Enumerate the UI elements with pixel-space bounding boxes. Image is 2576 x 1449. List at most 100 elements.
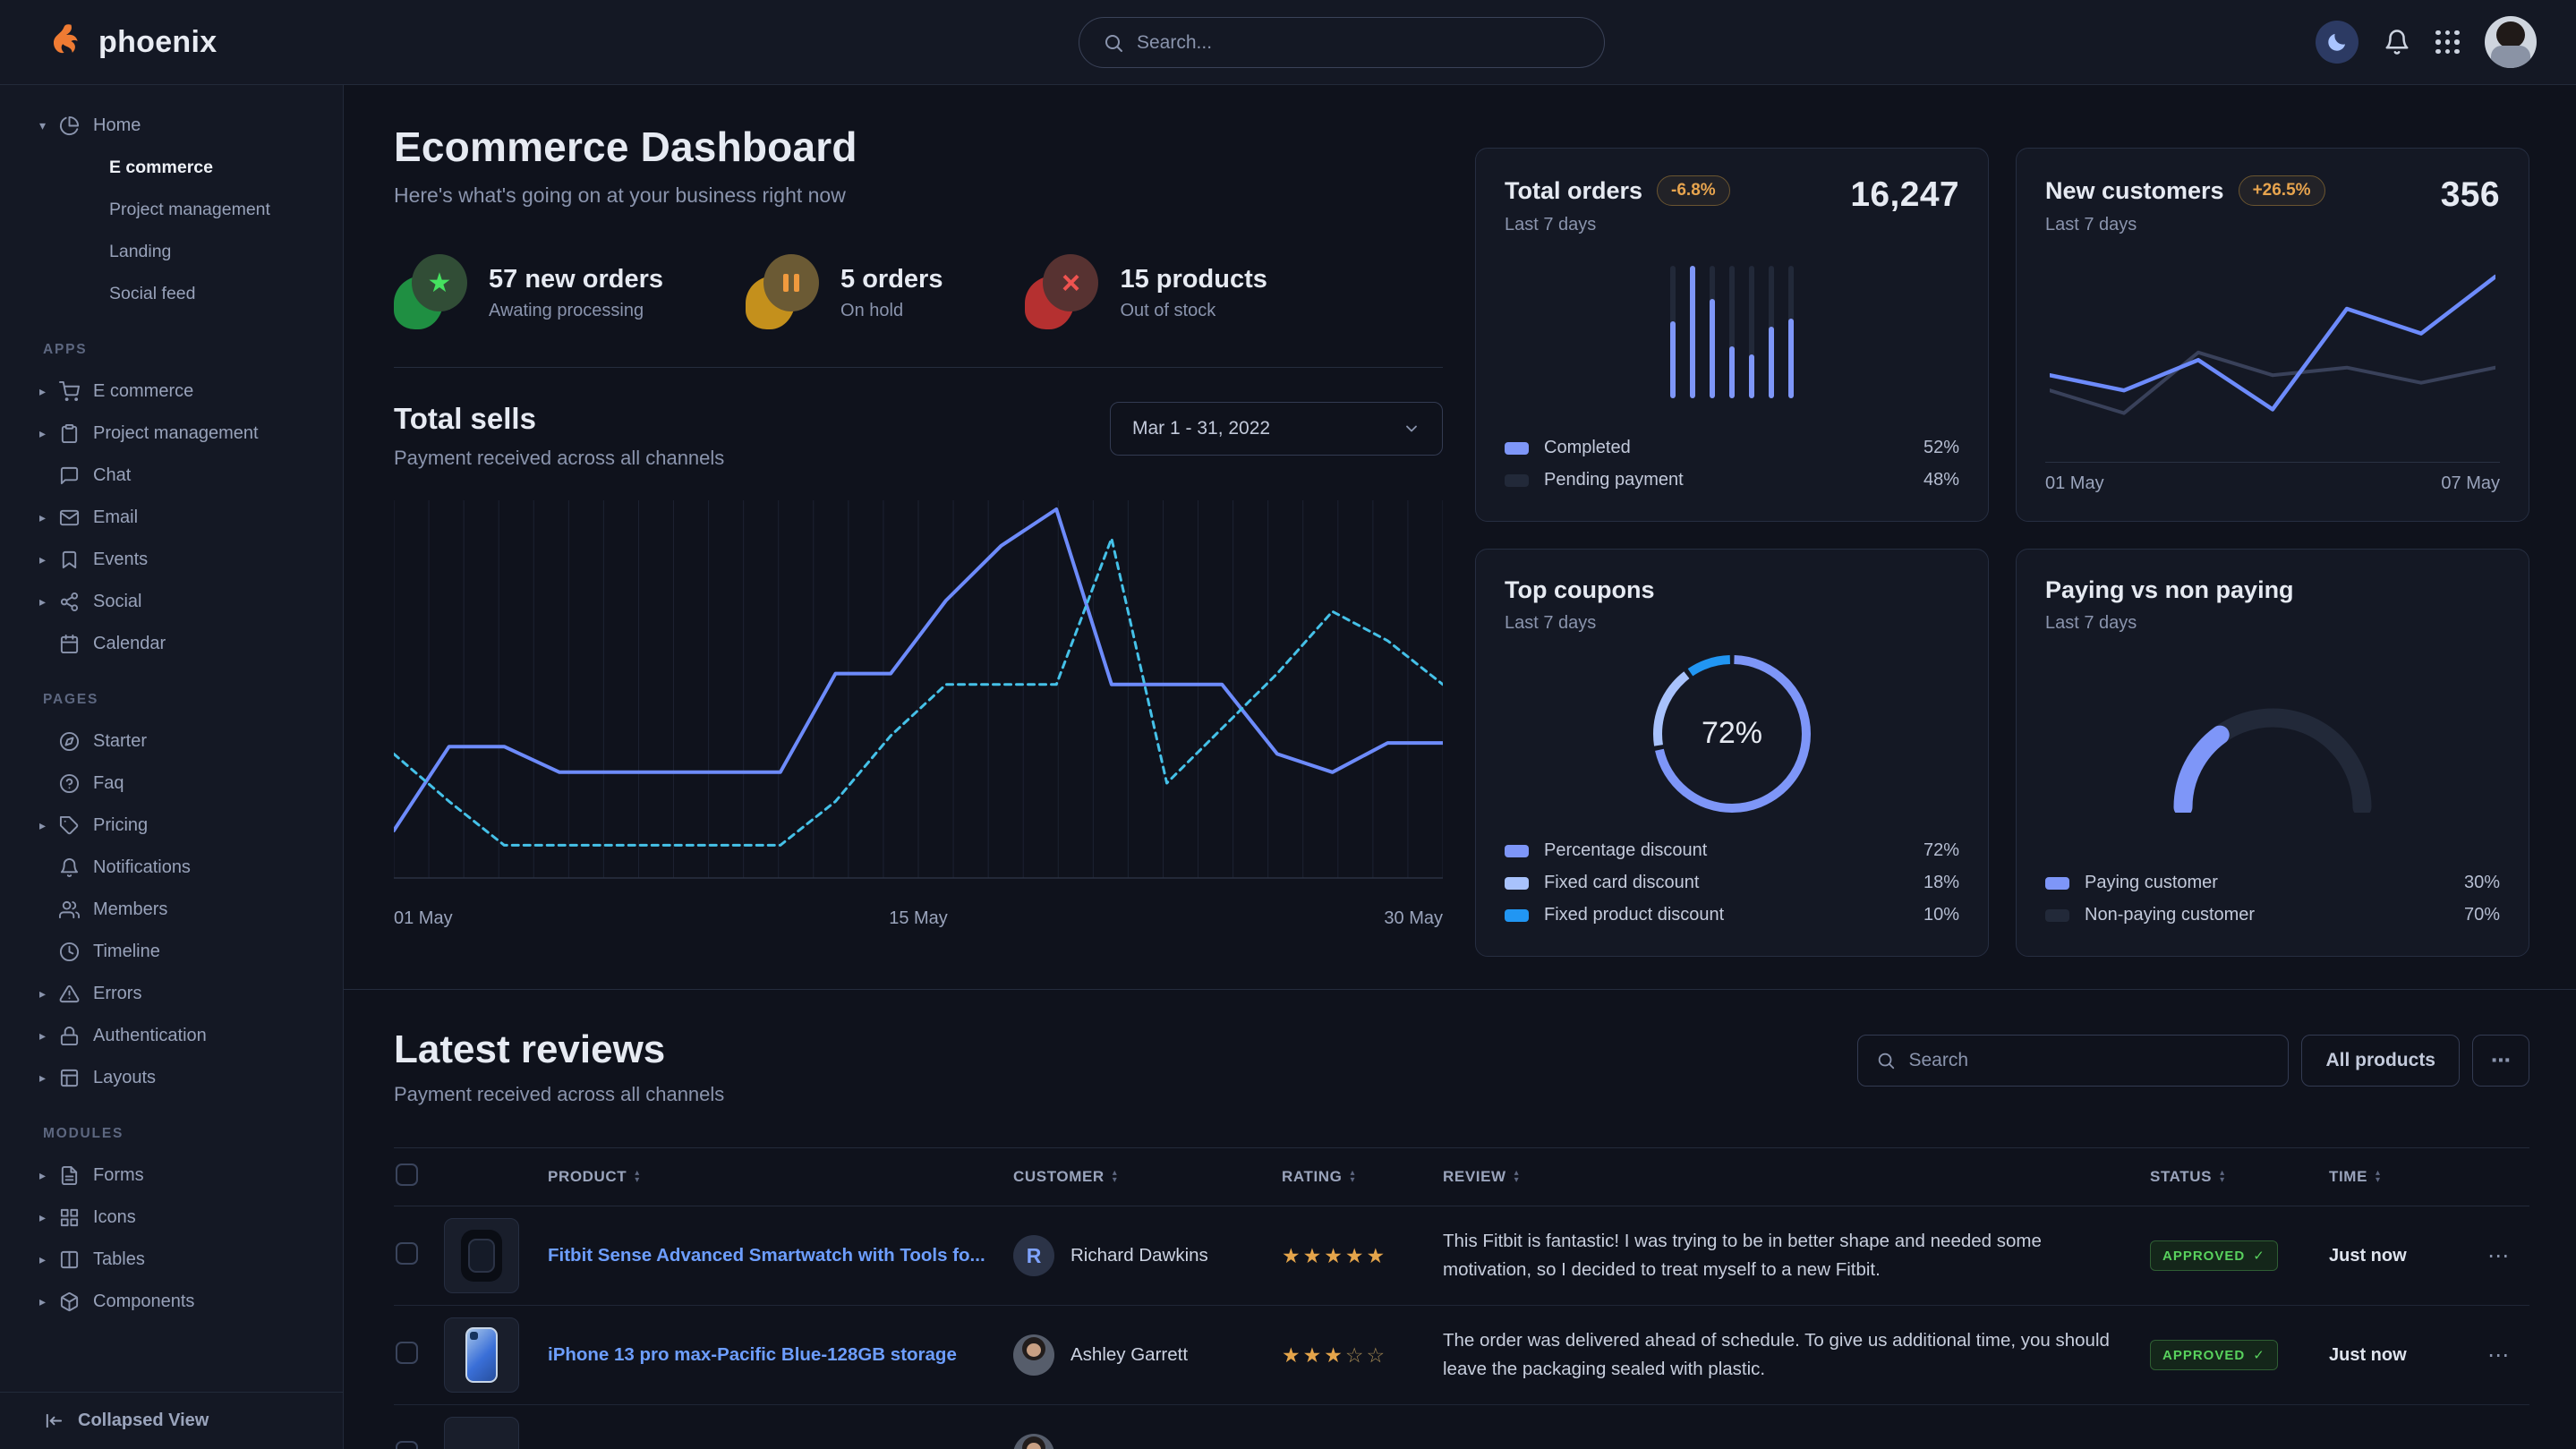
date-range-select[interactable]: Mar 1 - 31, 2022	[1110, 402, 1443, 456]
sidebar-item-authentication[interactable]: ▸ Authentication	[0, 1015, 343, 1057]
sidebar-subitem-project-management[interactable]: Project management	[0, 189, 343, 231]
sidebar-item-label: Pricing	[90, 815, 148, 836]
product-image[interactable]	[444, 1417, 519, 1449]
all-products-button[interactable]: All products	[2301, 1035, 2460, 1087]
row-menu-button[interactable]: ⋯	[2445, 1342, 2529, 1368]
sidebar-subitem-landing[interactable]: Landing	[0, 231, 343, 273]
collapse-sidebar-button[interactable]: Collapsed View	[0, 1392, 343, 1449]
main-content: Ecommerce Dashboard Here's what's going …	[344, 85, 2576, 1449]
package-icon	[59, 1291, 90, 1312]
sidebar-item-e-commerce[interactable]: ▸ E commerce	[0, 371, 343, 413]
row-checkbox[interactable]	[396, 1342, 418, 1364]
sidebar-item-errors[interactable]: ▸ Errors	[0, 973, 343, 1015]
review-text: The order was delivered ahead of schedul…	[1443, 1326, 2150, 1384]
sidebar-item-calendar[interactable]: Calendar	[0, 623, 343, 665]
navbar-search-input[interactable]	[1137, 32, 1581, 54]
clipboard-icon	[59, 423, 90, 444]
reviews-table-body: Fitbit Sense Advanced Smartwatch with To…	[394, 1206, 2529, 1449]
stats-divider	[394, 367, 1443, 368]
notifications-button[interactable]	[2384, 29, 2410, 55]
new-customers-line-chart	[2045, 243, 2500, 458]
reviews-search[interactable]	[1857, 1035, 2289, 1087]
reviews-search-input[interactable]	[1908, 1050, 2270, 1071]
change-badge: +26.5%	[2239, 175, 2325, 206]
product-image[interactable]	[444, 1317, 519, 1393]
column-header-status[interactable]: STATUS▴▾	[2150, 1168, 2329, 1186]
sidebar-item-label: Notifications	[90, 857, 191, 878]
chevron-right-icon: ▸	[39, 552, 59, 567]
order-bar	[1710, 266, 1715, 398]
brand-name: phoenix	[98, 25, 217, 60]
users-icon	[59, 899, 90, 920]
column-header-review[interactable]: REVIEW▴▾	[1443, 1168, 2150, 1186]
legend-label: Pending payment	[1544, 470, 1684, 490]
card-caption: Last 7 days	[1505, 215, 1730, 235]
order-bar	[1788, 266, 1794, 398]
sidebar-item-project-management[interactable]: ▸ Project management	[0, 413, 343, 455]
donut-center-value: 72%	[1702, 716, 1762, 751]
row-menu-button[interactable]: ⋯	[2445, 1243, 2529, 1269]
column-header-time[interactable]: TIME▴▾	[2329, 1168, 2445, 1186]
sidebar-item-label: Tables	[90, 1249, 145, 1270]
sidebar-item-components[interactable]: ▸ Components	[0, 1281, 343, 1323]
paying-gauge-chart	[2165, 695, 2380, 813]
new-customers-card: New customers +26.5% Last 7 days 356 01 …	[2016, 148, 2529, 522]
sidebar-item-faq[interactable]: Faq	[0, 763, 343, 805]
sidebar-item-starter[interactable]: Starter	[0, 720, 343, 763]
legend-label: Fixed card discount	[1544, 873, 1699, 893]
column-header-product[interactable]: PRODUCT▴▾	[548, 1168, 1013, 1186]
grid-icon	[59, 1207, 90, 1228]
legend-row-percentage-discount: Percentage discount 72%	[1505, 840, 1959, 861]
latest-reviews-section: Latest reviews Payment received across a…	[344, 989, 2576, 1449]
profile-avatar[interactable]	[2485, 16, 2537, 68]
sidebar-item-pricing[interactable]: ▸ Pricing	[0, 805, 343, 847]
sidebar-item-notifications[interactable]: Notifications	[0, 847, 343, 889]
brand-logo[interactable]: phoenix	[47, 22, 217, 62]
legend-swatch	[1505, 845, 1529, 857]
x-icon: ×	[1025, 254, 1102, 331]
stat-caption: Awating processing	[489, 301, 663, 321]
star-filled-icons: ★★★★★	[1282, 1244, 1387, 1267]
sidebar-item-timeline[interactable]: Timeline	[0, 931, 343, 973]
theme-toggle-button[interactable]	[2316, 21, 2358, 64]
legend-row-fixed-product-discount: Fixed product discount 10%	[1505, 905, 1959, 925]
column-header-rating[interactable]: RATING▴▾	[1282, 1168, 1443, 1186]
navbar-search[interactable]	[1079, 17, 1605, 68]
rating-stars: ★★★★★	[1282, 1244, 1443, 1268]
sidebar-subitem-e-commerce[interactable]: E commerce	[0, 147, 343, 189]
row-checkbox[interactable]	[396, 1242, 418, 1265]
rating-stars: ★★★☆☆	[1282, 1343, 1443, 1368]
sidebar-item-layouts[interactable]: ▸ Layouts	[0, 1057, 343, 1099]
sidebar-item-email[interactable]: ▸ Email	[0, 497, 343, 539]
customer-name: Ashley Garrett	[1070, 1344, 1188, 1366]
share-icon	[59, 592, 90, 612]
legend-row-paying-customer: Paying customer 30%	[2045, 873, 2500, 893]
sidebar-item-chat[interactable]: Chat	[0, 455, 343, 497]
chevron-right-icon: ▸	[39, 818, 59, 833]
product-image[interactable]	[444, 1218, 519, 1293]
product-link[interactable]: iPhone 13 pro max-Pacific Blue-128GB sto…	[548, 1344, 957, 1365]
total-orders-bar-chart	[1670, 266, 1794, 398]
sidebar-item-social[interactable]: ▸ Social	[0, 581, 343, 623]
column-header-customer[interactable]: CUSTOMER▴▾	[1013, 1168, 1282, 1186]
review-row: iPhone 13 pro max-Pacific Blue-128GB sto…	[394, 1306, 2529, 1405]
customer-avatar: R	[1013, 1235, 1054, 1276]
chevron-right-icon: ▸	[39, 986, 59, 1002]
sidebar-item-members[interactable]: Members	[0, 889, 343, 931]
chevron-right-icon: ▸	[39, 1294, 59, 1309]
row-checkbox[interactable]	[396, 1441, 418, 1449]
sidebar-item-icons[interactable]: ▸ Icons	[0, 1197, 343, 1239]
sidebar-item-tables[interactable]: ▸ Tables	[0, 1239, 343, 1281]
product-link[interactable]: Fitbit Sense Advanced Smartwatch with To…	[548, 1245, 985, 1266]
sidebar-item-events[interactable]: ▸ Events	[0, 539, 343, 581]
apps-menu-button[interactable]	[2435, 30, 2460, 55]
select-all-checkbox[interactable]	[396, 1163, 418, 1186]
page-title: Ecommerce Dashboard	[394, 123, 1443, 171]
review-row: Fitbit Sense Advanced Smartwatch with To…	[394, 1206, 2529, 1306]
more-options-button[interactable]: ⋯	[2472, 1035, 2529, 1087]
sidebar-item-forms[interactable]: ▸ Forms	[0, 1155, 343, 1197]
sidebar-subitem-social-feed[interactable]: Social feed	[0, 273, 343, 315]
page-subtitle: Here's what's going on at your business …	[394, 183, 1443, 208]
card-caption: Last 7 days	[2045, 613, 2500, 634]
sidebar-item-home[interactable]: ▾ Home	[0, 105, 343, 147]
